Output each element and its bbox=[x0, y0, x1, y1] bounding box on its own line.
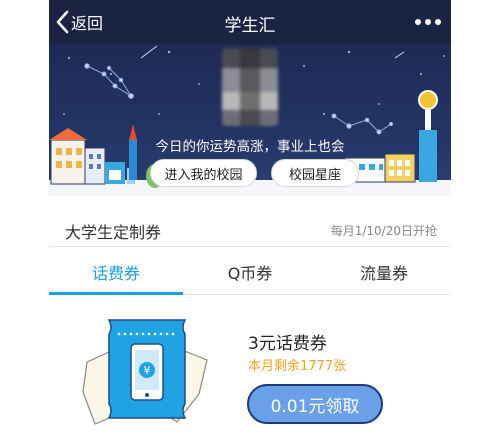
phone-yuan-ticket-icon: ¥ bbox=[82, 319, 208, 425]
tab-label: 流量券 bbox=[359, 264, 408, 283]
more-dots-icon[interactable] bbox=[415, 14, 441, 30]
page-title: 学生汇 bbox=[224, 16, 276, 36]
phone-screen: 返回 学生汇 今日的你运势高涨，事业上也会 进入我的校园 校园星座 大学生定制券… bbox=[49, 0, 451, 438]
campus-banner: 今日的你运势高涨，事业上也会 进入我的校园 校园星座 bbox=[49, 44, 451, 196]
tab-label: 话费券 bbox=[91, 264, 140, 283]
release-schedule: 每月1/10/20日开抢 bbox=[330, 224, 437, 238]
coupon-item: ¥ 3元话费券 本月剩余1777张 0.01元领取 bbox=[49, 296, 451, 438]
user-avatar bbox=[222, 48, 278, 126]
fortune-text: 今日的你运势高涨，事业上也会 bbox=[155, 139, 345, 155]
coupon-tabs: 话费券 Q币券 流量券 bbox=[49, 247, 451, 295]
claim-button[interactable]: 0.01元领取 bbox=[247, 384, 383, 424]
tab-phone-credit[interactable]: 话费券 bbox=[49, 247, 183, 295]
coupon-remaining-count: 本月剩余1777张 bbox=[248, 359, 347, 374]
section-title: 大学生定制券 bbox=[65, 223, 162, 242]
tab-q-coin[interactable]: Q币券 bbox=[183, 247, 317, 294]
nav-bar: 返回 学生汇 bbox=[49, 0, 451, 44]
tab-data-plan[interactable]: 流量券 bbox=[317, 247, 451, 294]
enter-campus-button[interactable]: 进入我的校园 bbox=[150, 159, 257, 187]
section-header: 大学生定制券 每月1/10/20日开抢 bbox=[49, 209, 451, 247]
campus-constellation-button[interactable]: 校园星座 bbox=[271, 159, 359, 187]
coupon-title: 3元话费券 bbox=[248, 334, 327, 354]
yuan-symbol: ¥ bbox=[144, 364, 151, 377]
active-tab-indicator bbox=[49, 292, 183, 295]
tab-label: Q币券 bbox=[227, 264, 273, 283]
